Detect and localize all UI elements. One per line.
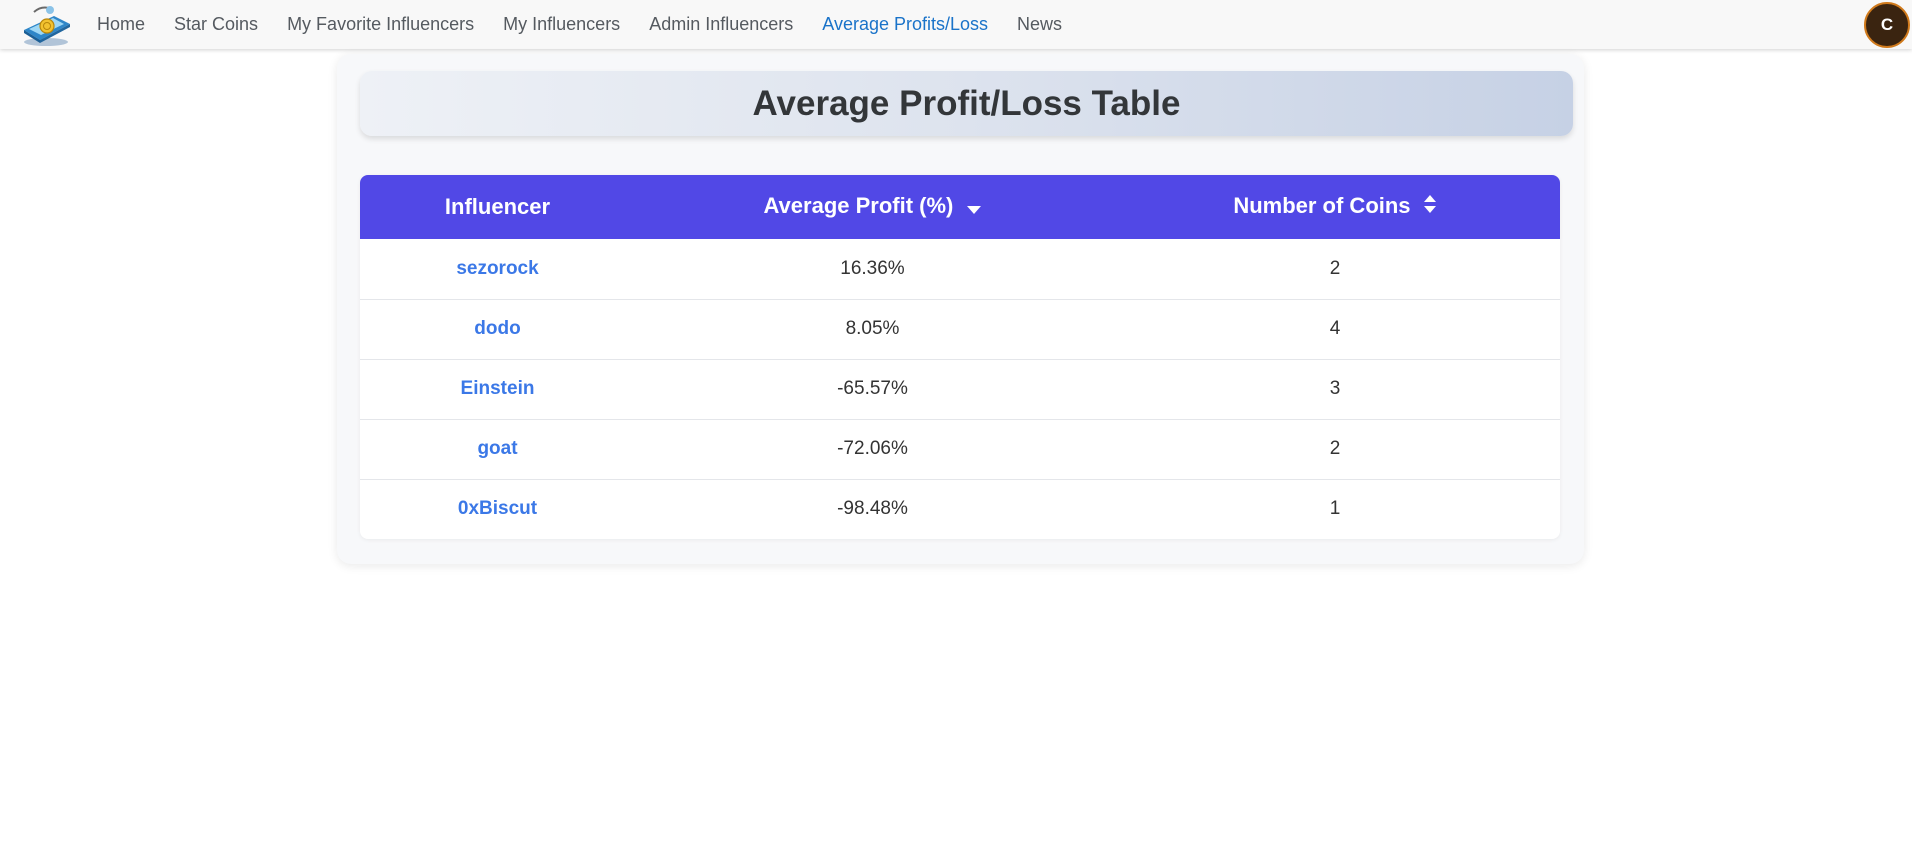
table-row: dodo 8.05% 4	[360, 299, 1560, 359]
column-header-average-profit-label: Average Profit (%)	[763, 193, 954, 219]
nav-link-admin-influencers[interactable]: Admin Influencers	[649, 14, 793, 35]
nav-link-my-influencers[interactable]: My Influencers	[503, 14, 620, 35]
influencer-name-link[interactable]: goat	[360, 419, 635, 479]
sort-icon[interactable]	[1423, 193, 1437, 221]
number-of-coins-cell: 1	[1329, 498, 1341, 520]
influencer-name-link[interactable]: 0xBiscut	[360, 479, 635, 539]
user-avatar[interactable]: C	[1864, 2, 1910, 48]
average-profit-cell: -65.57%	[837, 378, 908, 399]
column-header-number-of-coins[interactable]: Number of Coins	[1110, 175, 1560, 239]
table-row: Einstein -65.57% 3	[360, 359, 1560, 419]
column-header-influencer[interactable]: Influencer	[360, 175, 635, 239]
influencer-name-link[interactable]: Einstein	[360, 359, 635, 419]
number-of-coins-cell: 3	[1329, 378, 1341, 399]
number-of-coins-cell: 2	[1329, 257, 1341, 279]
nav-links: Home Star Coins My Favorite Influencers …	[97, 0, 1091, 49]
nav-link-star-coins[interactable]: Star Coins	[174, 14, 258, 35]
column-header-number-of-coins-label: Number of Coins	[1233, 192, 1411, 218]
page-title: Average Profit/Loss Table	[752, 83, 1181, 123]
average-profit-cell: 8.05%	[845, 318, 900, 339]
table-header-row: Influencer Average Profit (%) Number of …	[360, 175, 1560, 239]
column-header-influencer-label: Influencer	[444, 194, 551, 219]
nav-link-home[interactable]: Home	[97, 14, 145, 35]
average-profit-cell: 16.36%	[840, 257, 905, 279]
table-row: goat -72.06% 2	[360, 419, 1560, 479]
table-row: sezorock 16.36% 2	[360, 239, 1560, 299]
number-of-coins-cell: 2	[1329, 438, 1341, 459]
column-header-average-profit[interactable]: Average Profit (%)	[635, 175, 1110, 239]
nav-link-news[interactable]: News	[1017, 14, 1062, 35]
average-profit-cell: -98.48%	[837, 498, 908, 520]
table-row: 0xBiscut -98.48% 1	[360, 479, 1560, 539]
number-of-coins-cell: 4	[1329, 318, 1341, 339]
app-logo-icon[interactable]	[20, 2, 72, 48]
caret-down-icon[interactable]	[966, 195, 982, 221]
influencer-name-link[interactable]: dodo	[360, 299, 635, 359]
nav-link-my-favorite-influencers[interactable]: My Favorite Influencers	[287, 14, 474, 35]
average-profit-cell: -72.06%	[837, 438, 908, 459]
profit-loss-card: Average Profit/Loss Table Influencer Ave…	[337, 54, 1584, 564]
navbar: Home Star Coins My Favorite Influencers …	[0, 0, 1912, 49]
nav-link-average-profits-loss[interactable]: Average Profits/Loss	[822, 14, 988, 35]
influencer-name-link[interactable]: sezorock	[360, 239, 635, 299]
title-banner: Average Profit/Loss Table	[360, 71, 1573, 136]
profit-loss-table: Influencer Average Profit (%) Number of …	[360, 175, 1560, 539]
